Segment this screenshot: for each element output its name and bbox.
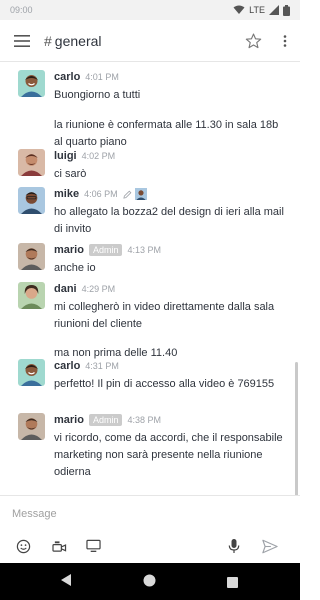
message-input[interactable]: Message (12, 508, 57, 520)
admin-badge: Admin (88, 244, 123, 256)
avatar[interactable] (18, 282, 45, 309)
editor-avatar (134, 188, 147, 200)
system-icons: LTE (233, 4, 290, 16)
edited-indicator (122, 188, 147, 200)
microphone-icon (228, 539, 240, 553)
message-username[interactable]: dani (54, 283, 77, 295)
back-icon (61, 574, 71, 586)
message-username[interactable]: carlo (54, 360, 80, 372)
status-bar: 09:00 LTE (0, 0, 300, 20)
wifi-icon (233, 5, 245, 14)
message-time: 4:13 PM (127, 245, 162, 255)
message-username[interactable]: mike (54, 188, 79, 200)
admin-badge: Admin (88, 414, 123, 426)
star-icon (245, 32, 261, 48)
message-username[interactable]: carlo (54, 71, 80, 83)
video-camera-icon (51, 540, 66, 552)
message-text: anche io (54, 262, 96, 274)
message-time: 4:02 PM (81, 151, 116, 161)
message-time: 4:38 PM (127, 415, 162, 425)
channel-title[interactable]: # general (44, 33, 236, 49)
message-composer: Message (0, 495, 300, 563)
message-text: mi collegherò in video direttamente dall… (54, 301, 275, 330)
channel-name: general (54, 32, 102, 49)
avatar[interactable] (18, 359, 45, 386)
message-username[interactable]: mario (54, 244, 84, 256)
message-text: Buongiorno a tutti (54, 89, 141, 101)
message-text: vi ricordo, come da accordi, che il resp… (54, 432, 283, 478)
more-button[interactable] (270, 20, 300, 62)
app-bar: # general (0, 20, 300, 62)
send-icon (262, 539, 278, 553)
video-message-button[interactable] (49, 536, 69, 556)
composer-toolbar (0, 536, 300, 560)
battery-icon (283, 4, 290, 16)
system-navigation-bar (0, 563, 300, 600)
screen-share-button[interactable] (83, 536, 103, 556)
message-username[interactable]: mario (54, 414, 84, 426)
message-text: perfetto! Il pin di accesso alla video è… (54, 378, 275, 390)
message-text: la riunione è confermata alle 11.30 in s… (54, 119, 279, 148)
recents-icon (227, 577, 238, 588)
network-type: LTE (249, 5, 265, 15)
back-button[interactable] (60, 573, 72, 592)
menu-button[interactable] (0, 20, 44, 62)
message-text: ci sarò (54, 168, 87, 180)
edit-icon (122, 190, 132, 199)
message-list[interactable]: carlo 4:01 PM Buongiorno a tutti la riun… (0, 62, 300, 495)
message-time: 4:31 PM (85, 361, 119, 371)
channel-hash: # (44, 32, 52, 49)
scrollbar[interactable] (295, 362, 298, 495)
home-icon (143, 574, 156, 587)
avatar[interactable] (18, 243, 45, 270)
home-button[interactable] (143, 574, 156, 592)
more-vertical-icon (283, 34, 287, 47)
avatar[interactable] (18, 149, 45, 176)
message-time: 4:06 PM (84, 189, 118, 199)
send-button[interactable] (260, 536, 280, 556)
emoji-icon (16, 539, 30, 553)
message-time: 4:01 PM (85, 72, 119, 82)
message-time: 4:29 PM (81, 284, 116, 294)
emoji-button[interactable] (13, 536, 33, 556)
message-username[interactable]: luigi (54, 150, 77, 162)
message-text: ho allegato la bozza2 del design di ieri… (54, 206, 284, 235)
avatar[interactable] (18, 187, 45, 214)
voice-message-button[interactable] (224, 536, 244, 556)
avatar[interactable] (18, 70, 45, 97)
recents-button[interactable] (227, 575, 238, 593)
avatar[interactable] (18, 413, 45, 440)
menu-icon (14, 34, 30, 47)
screen-share-icon (85, 539, 101, 552)
signal-icon (269, 5, 279, 15)
favorite-button[interactable] (236, 20, 270, 62)
status-time: 09:00 (10, 5, 33, 15)
